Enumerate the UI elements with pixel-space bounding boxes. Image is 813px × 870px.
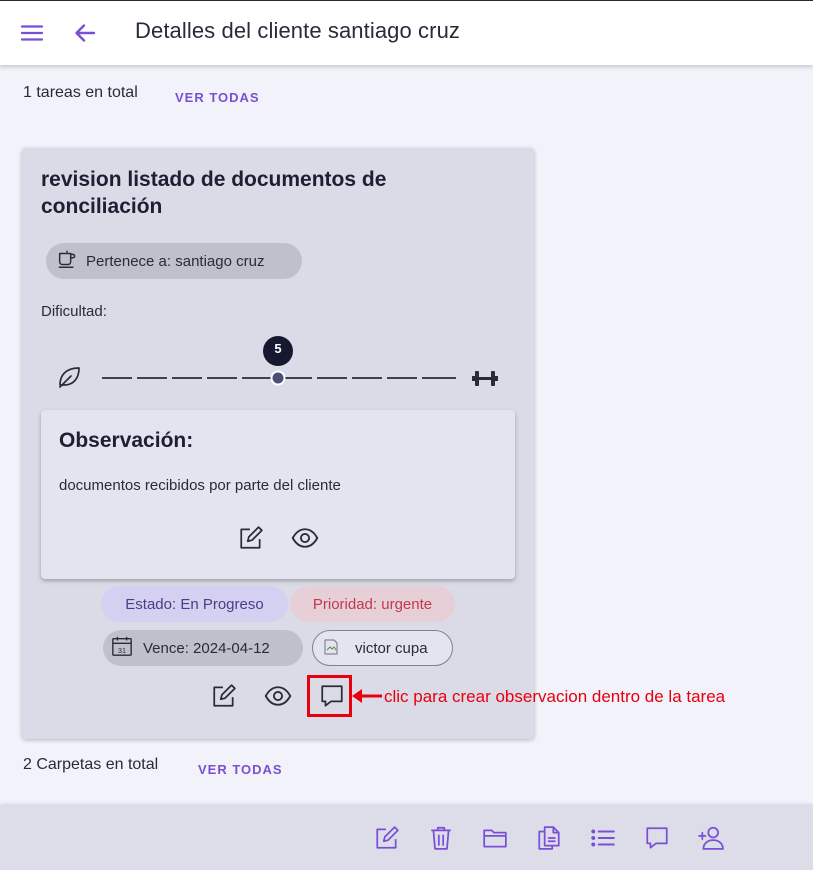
task-card: revision listado de documentos de concil… [22,148,534,739]
list-icon[interactable] [590,825,616,851]
page-title: Detalles del cliente santiago cruz [135,18,461,43]
slider-thumb[interactable] [270,370,286,386]
add-user-icon[interactable] [698,825,724,851]
menu-icon[interactable] [20,21,44,45]
trash-icon[interactable] [428,825,454,851]
difficulty-slider[interactable]: 5 [22,333,534,393]
due-date-label: Vence: 2024-04-12 [143,639,270,657]
owner-chip-label: Pertenece a: santiago cruz [86,252,265,270]
folders-count: 2 Carpetas en total [23,756,159,773]
annotation-text: clic para crear observacion dentro de la… [384,687,726,706]
view-all-folders-link[interactable]: VER TODAS [198,762,283,777]
view-task-icon[interactable] [264,682,292,710]
observation-title: Observación: [59,429,194,452]
leaf-icon [59,367,80,388]
folder-icon[interactable] [482,825,508,851]
due-date-chip: 31 Vence: 2024-04-12 [103,630,303,666]
edit-task-icon[interactable] [210,682,238,710]
coffee-cup-icon [56,248,86,274]
difficulty-label: Dificultad: [41,303,107,320]
broken-image-icon [323,638,343,658]
bottom-toolbar [0,805,813,870]
dumbbell-icon [472,371,498,386]
view-observation-icon[interactable] [291,524,319,552]
assignee-name: victor cupa [355,639,428,657]
annotation-arrow-icon [352,689,382,703]
svg-text:31: 31 [118,646,126,655]
status-chip: Estado: En Progreso [101,586,288,622]
owner-chip: Pertenece a: santiago cruz [46,243,302,279]
highlight-box [307,675,352,717]
comment-icon[interactable] [644,825,670,851]
task-title: revision listado de documentos de concil… [41,168,387,218]
observation-text: documentos recibidos por parte del clien… [59,477,341,494]
slider-value-label: 5 [274,341,282,356]
view-all-tasks-link[interactable]: VER TODAS [175,90,260,105]
edit-observation-icon[interactable] [237,524,265,552]
observation-card: Observación: documentos recibidos por pa… [41,410,515,579]
assignee-chip[interactable]: victor cupa [312,630,453,666]
arrow-left-icon[interactable] [73,21,97,45]
tasks-count: 1 tareas en total [23,84,138,101]
copy-icon[interactable] [536,825,562,851]
priority-chip: Prioridad: urgente [290,586,455,622]
app-bar: Detalles del cliente santiago cruz [0,0,813,65]
calendar-icon: 31 [111,635,143,661]
edit-icon[interactable] [374,825,400,851]
